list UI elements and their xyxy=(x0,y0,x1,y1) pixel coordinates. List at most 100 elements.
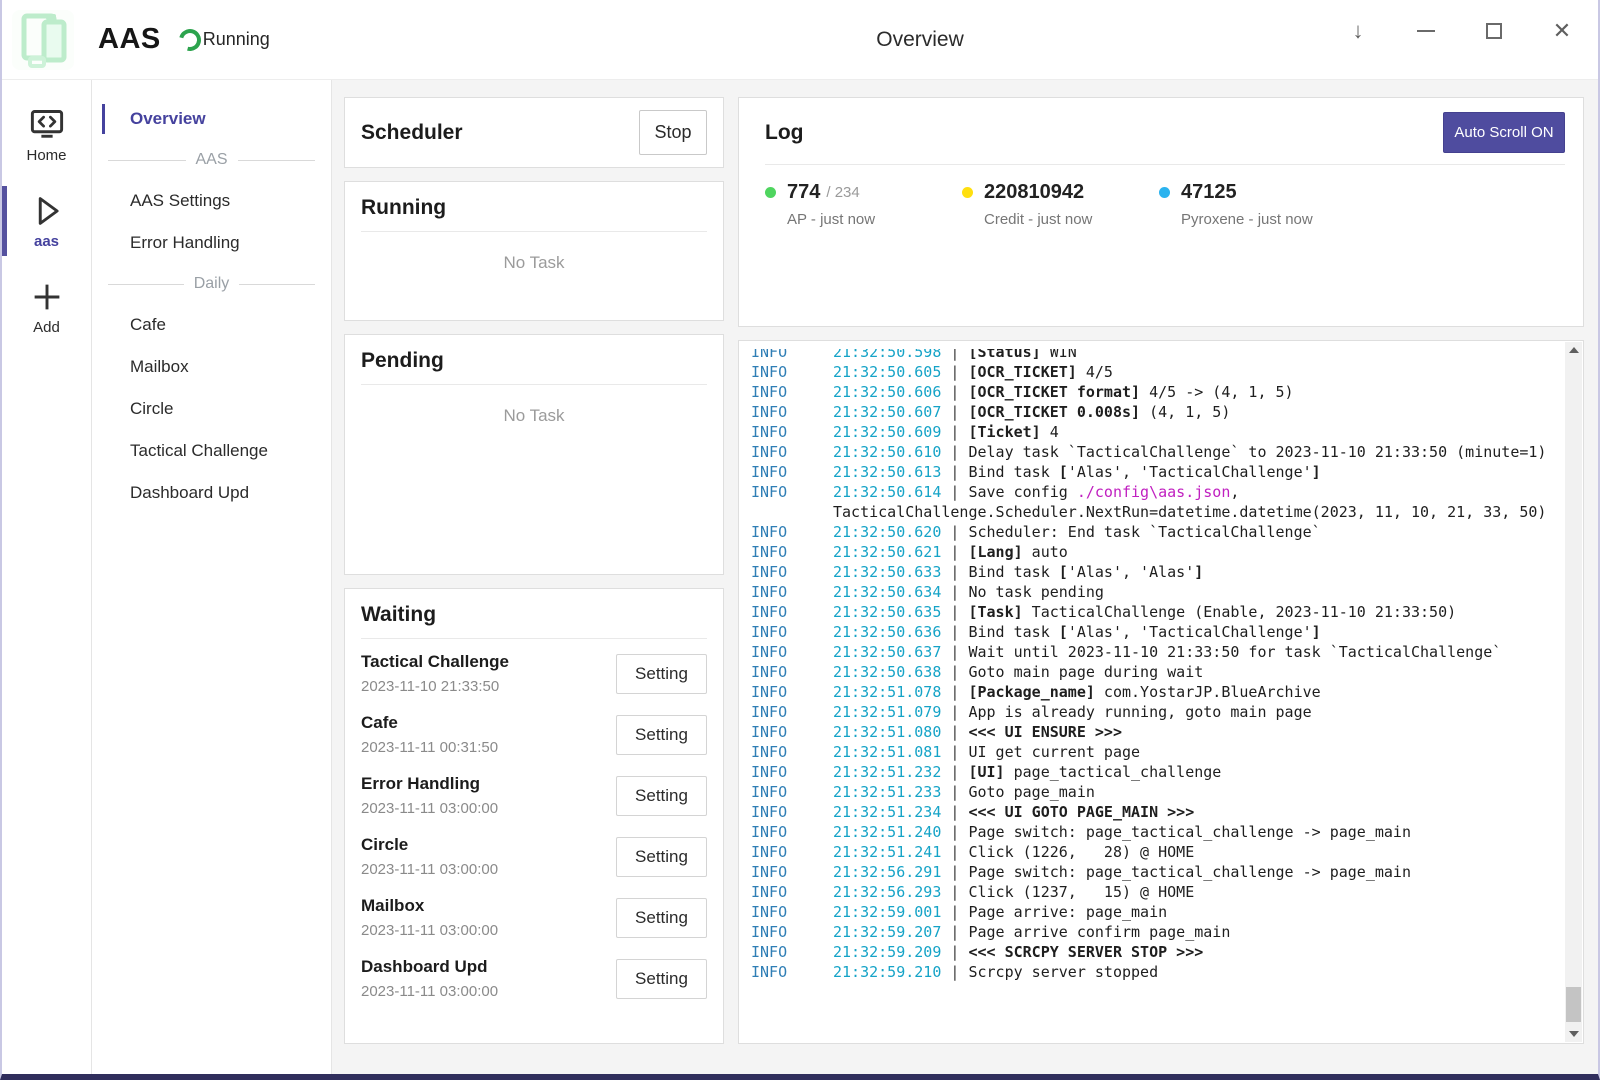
nav-item-mailbox[interactable]: Mailbox xyxy=(92,346,331,388)
log-line: INFO21:32:50.635 | [Task] TacticalChalle… xyxy=(751,602,1549,622)
waiting-task-next-run: 2023-11-10 21:33:50 xyxy=(361,678,509,695)
stat-total: / 234 xyxy=(826,184,859,201)
setting-button-dashboard-upd[interactable]: Setting xyxy=(616,959,707,999)
log-separator: | xyxy=(941,563,968,581)
setting-button-cafe[interactable]: Setting xyxy=(616,715,707,755)
nav-item-dashboard-upd[interactable]: Dashboard Upd xyxy=(92,472,331,514)
rail-item-label: Add xyxy=(33,319,60,336)
log-message: 21:32:50.635 | [Task] TacticalChallenge … xyxy=(833,602,1549,622)
pending-title: Pending xyxy=(361,349,707,373)
title-bar: AAS Running Overview ↓ ✕ xyxy=(2,0,1598,80)
log-level: INFO xyxy=(751,562,833,582)
log-level: INFO xyxy=(751,402,833,422)
log-line: INFO21:32:51.234 | <<< UI GOTO PAGE_MAIN… xyxy=(751,802,1549,822)
rail-item-aas[interactable]: aas xyxy=(2,184,91,258)
divider-line xyxy=(238,160,316,161)
log-scrollbar[interactable] xyxy=(1565,342,1582,1042)
nav-item-cafe[interactable]: Cafe xyxy=(92,304,331,346)
log-timestamp: 21:32:50.637 xyxy=(833,643,941,661)
scroll-down-icon[interactable] xyxy=(1565,1026,1582,1042)
log-timestamp: 21:32:51.241 xyxy=(833,843,941,861)
log-level: INFO xyxy=(751,422,833,442)
log-panel: INFO21:32:50.598 | [Status] WININFO21:32… xyxy=(738,340,1584,1044)
divider-line xyxy=(239,284,315,285)
divider xyxy=(361,638,707,639)
stat-pyroxene: 47125Pyroxene - just now xyxy=(1159,181,1356,228)
log-line: INFO21:32:50.621 | [Lang] auto xyxy=(751,542,1549,562)
stat-value-row: 774/ 234 xyxy=(765,181,962,204)
minimize-icon[interactable] xyxy=(1404,9,1448,53)
log-timestamp: 21:32:50.638 xyxy=(833,663,941,681)
log-line: INFO21:32:51.081 | UI get current page xyxy=(751,742,1549,762)
log-separator: | xyxy=(941,763,968,781)
scroll-up-icon[interactable] xyxy=(1565,342,1582,358)
scheduler-title: Scheduler xyxy=(361,121,463,145)
log-line: INFO21:32:50.598 | [Status] WIN xyxy=(751,349,1549,362)
setting-button-mailbox[interactable]: Setting xyxy=(616,898,707,938)
log-line: INFO21:32:50.613 | Bind task ['Alas', 'T… xyxy=(751,462,1549,482)
log-level: INFO xyxy=(751,442,833,462)
nav-item-error-handling[interactable]: Error Handling xyxy=(92,222,331,264)
log-timestamp: 21:32:50.609 xyxy=(833,423,941,441)
credit-dot-icon xyxy=(962,187,973,198)
divider-line xyxy=(108,160,186,161)
stat-value: 47125 xyxy=(1181,181,1237,204)
log-separator: | xyxy=(941,943,968,961)
stop-button[interactable]: Stop xyxy=(639,110,707,155)
log-message: 21:32:50.621 | [Lang] auto xyxy=(833,542,1549,562)
log-separator: | xyxy=(941,643,968,661)
log-level: INFO xyxy=(751,542,833,562)
auto-scroll-toggle-button[interactable]: Auto Scroll ON xyxy=(1443,112,1565,153)
log-line: INFO21:32:51.079 | App is already runnin… xyxy=(751,702,1549,722)
log-timestamp: 21:32:59.207 xyxy=(833,923,941,941)
log-line: INFO21:32:51.233 | Goto page_main xyxy=(751,782,1549,802)
log-message: 21:32:50.613 | Bind task ['Alas', 'Tacti… xyxy=(833,462,1549,482)
log-level: INFO xyxy=(751,882,833,902)
waiting-task-row: Circle2023-11-11 03:00:00Setting xyxy=(361,826,707,887)
log-separator: | xyxy=(941,349,968,361)
log-line: INFO21:32:59.209 | <<< SCRCPY SERVER STO… xyxy=(751,942,1549,962)
log-message: 21:32:51.078 | [Package_name] com.Yostar… xyxy=(833,682,1549,702)
waiting-task-info: Dashboard Upd2023-11-11 03:00:00 xyxy=(361,957,498,1000)
nav-item-circle[interactable]: Circle xyxy=(92,388,331,430)
waiting-task-next-run: 2023-11-11 03:00:00 xyxy=(361,800,498,817)
nav-item-tactical-challenge[interactable]: Tactical Challenge xyxy=(92,430,331,472)
log-message: 21:32:59.209 | <<< SCRCPY SERVER STOP >>… xyxy=(833,942,1549,962)
setting-button-error-handling[interactable]: Setting xyxy=(616,776,707,816)
nav-item-aas-settings[interactable]: AAS Settings xyxy=(92,180,331,222)
log-separator: | xyxy=(941,583,968,601)
waiting-task-row: Dashboard Upd2023-11-11 03:00:00 Setting xyxy=(361,948,707,1009)
code-monitor-icon xyxy=(29,107,65,143)
log-message: 21:32:51.241 | Click (1226, 28) @ HOME xyxy=(833,842,1549,862)
log-line: INFO21:32:50.634 | No task pending xyxy=(751,582,1549,602)
content-area: Scheduler Stop Running No Task Pending N… xyxy=(332,80,1598,1074)
log-scroll-area[interactable]: INFO21:32:50.598 | [Status] WININFO21:32… xyxy=(751,349,1549,1035)
waiting-task-next-run: 2023-11-11 00:31:50 xyxy=(361,739,498,756)
log-level: INFO xyxy=(751,922,833,942)
maximize-icon[interactable] xyxy=(1472,9,1516,53)
setting-button-circle[interactable]: Setting xyxy=(616,837,707,877)
setting-button-tactical-challenge[interactable]: Setting xyxy=(616,654,707,694)
log-separator: | xyxy=(941,803,968,821)
divider xyxy=(361,384,707,385)
log-level: INFO xyxy=(751,382,833,402)
log-separator: | xyxy=(941,703,968,721)
log-separator: | xyxy=(941,723,968,741)
nav-section-label: AAS xyxy=(196,151,228,169)
nav-item-overview[interactable]: Overview xyxy=(92,98,331,140)
stat-value: 220810942 xyxy=(984,181,1084,204)
close-icon[interactable]: ✕ xyxy=(1540,9,1584,53)
app-name: AAS xyxy=(98,23,161,56)
rail-item-home[interactable]: Home xyxy=(2,98,91,172)
log-line: INFO21:32:51.232 | [UI] page_tactical_ch… xyxy=(751,762,1549,782)
pending-panel: Pending No Task xyxy=(344,334,724,575)
download-update-icon[interactable]: ↓ xyxy=(1336,9,1380,53)
scrollbar-thumb[interactable] xyxy=(1566,987,1581,1022)
nav-item-label: Cafe xyxy=(130,315,166,335)
nav-item-label: Overview xyxy=(130,109,206,129)
window-controls: ↓ ✕ xyxy=(1336,0,1584,62)
log-level: INFO xyxy=(751,702,833,722)
log-level: INFO xyxy=(751,349,833,362)
log-level: INFO xyxy=(751,642,833,662)
rail-item-add[interactable]: Add xyxy=(2,270,91,344)
